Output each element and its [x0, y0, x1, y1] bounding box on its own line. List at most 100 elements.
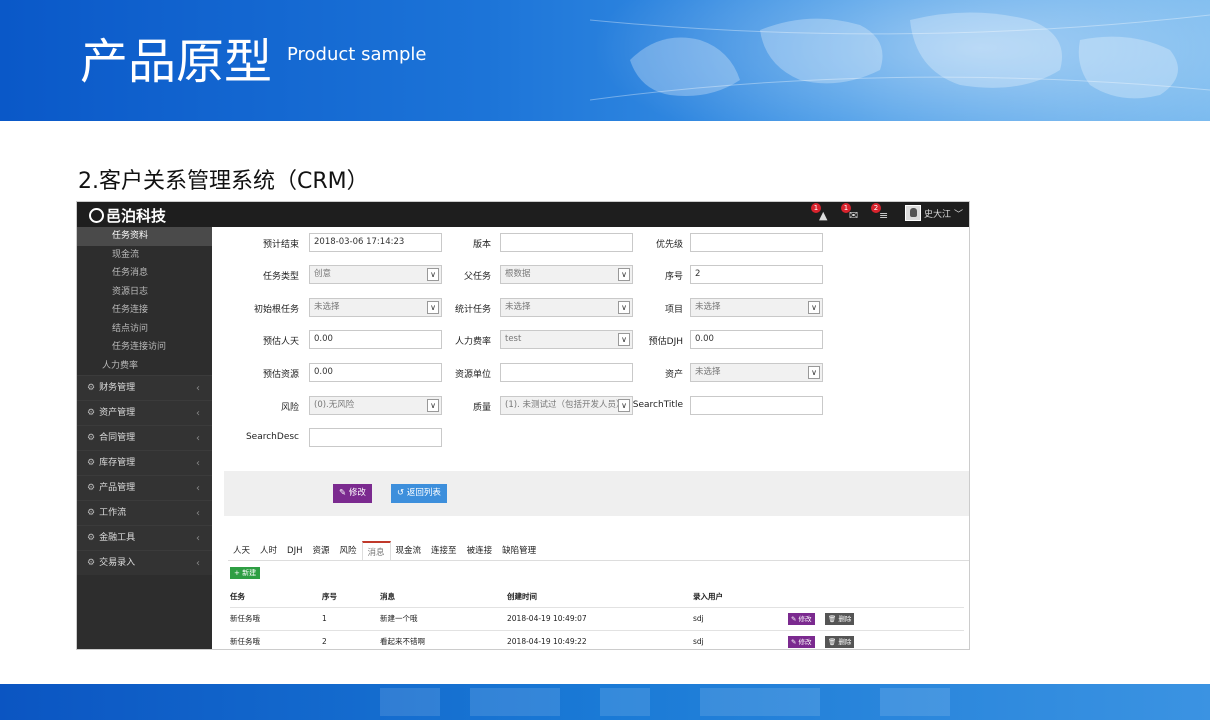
sidebar: 任务资料 现金流 任务消息 资源日志 任务连接 结点访问 任务连接访问 人力费率 ⚙ 财务管理 ‹ ⚙…: [77, 227, 212, 649]
sidebar-subitem[interactable]: 任务连接: [77, 301, 212, 320]
sidebar-menu-label: 产品管理: [99, 483, 136, 493]
app-topbar: 邑泊科技 ▲ 1 ✉ 1 ≡ 2 史大江 ﹀: [77, 202, 969, 227]
row-edit-button[interactable]: ✎ 修改: [788, 613, 815, 625]
sidebar-subitem[interactable]: 任务消息: [77, 264, 212, 283]
form-select[interactable]: 未选择 ∨: [690, 363, 823, 382]
table-cell: 新任务哦: [230, 614, 260, 623]
sidebar-menu-label: 交易录入: [99, 558, 136, 568]
form-action-bar: ✎ 修改 ↺ 返回列表: [224, 471, 969, 516]
tab-item[interactable]: 缺陷管理: [497, 541, 541, 561]
tasks-icon-glyph: ≡: [878, 209, 889, 222]
form-label: 资产: [664, 370, 683, 380]
column-header: 任务: [230, 592, 245, 601]
sidebar-menu-item[interactable]: ⚙ 工作流 ‹: [77, 500, 212, 525]
form-label: 人力费率: [454, 337, 491, 347]
alert-icon[interactable]: ▲ 1: [810, 203, 831, 222]
row-delete-button[interactable]: 🗑 删除: [825, 636, 855, 648]
column-header: 序号: [322, 592, 337, 601]
form-label: SearchTitle: [632, 400, 683, 410]
main-content: ✎ 修改 ↺ 返回列表 人天 人时 DJH 资源 风险 消息 现金流 连接至 被连接 缺陷管理 +…: [212, 227, 969, 649]
sidebar-subitem[interactable]: 任务资料: [77, 227, 212, 246]
form-input[interactable]: 0.00: [690, 330, 823, 349]
slide-footer: [0, 684, 1210, 720]
tab-item[interactable]: 消息: [361, 541, 391, 561]
form-label: 父任务: [463, 272, 491, 282]
cogs-icon: ⚙: [87, 508, 96, 518]
cogs-icon: ⚙: [87, 533, 96, 543]
sidebar-subitem[interactable]: 资源日志: [77, 283, 212, 302]
sidebar-menu-label: 库存管理: [99, 458, 136, 468]
column-header: 消息: [380, 592, 395, 601]
table-cell: 新建一个哦: [380, 614, 418, 623]
chevron-left-icon: ‹: [196, 483, 200, 494]
tab-item[interactable]: 人时: [255, 541, 282, 561]
table-cell: 2018-04-19 10:49:22: [507, 637, 587, 646]
row-edit-button[interactable]: ✎ 修改: [788, 636, 815, 648]
sidebar-subitem[interactable]: 结点访问: [77, 320, 212, 339]
table-cell: 2: [322, 637, 327, 646]
slide-banner: 产品原型 Product sample: [0, 0, 1210, 121]
chevron-left-icon: ‹: [196, 458, 200, 469]
cogs-icon: ⚙: [87, 483, 96, 493]
dropdown-arrow-icon: ∨: [808, 301, 820, 314]
field-value: 未选择: [695, 302, 721, 312]
detail-tabs: 人天 人时 DJH 资源 风险 消息 现金流 连接至 被连接 缺陷管理: [228, 541, 541, 561]
form-label: 优先级: [655, 240, 683, 250]
app-logo[interactable]: 邑泊科技: [89, 205, 166, 226]
tab-item[interactable]: 资源: [307, 541, 334, 561]
sidebar-menu-item[interactable]: ⚙ 财务管理 ‹: [77, 375, 212, 400]
field-value: test: [505, 334, 522, 344]
sidebar-menu-item[interactable]: ⚙ 资产管理 ‹: [77, 400, 212, 425]
column-header: 录入用户: [693, 592, 723, 601]
tasks-icon[interactable]: ≡ 2: [870, 203, 891, 222]
row-delete-button[interactable]: 🗑 删除: [825, 613, 855, 625]
cogs-icon: ⚙: [87, 458, 96, 468]
sidebar-menu-label: 资产管理: [99, 408, 136, 418]
tab-item[interactable]: DJH: [282, 541, 307, 561]
tab-item[interactable]: 连接至: [426, 541, 462, 561]
form-input[interactable]: [690, 396, 823, 415]
sidebar-menu-item[interactable]: ⚙ 产品管理 ‹: [77, 475, 212, 500]
crm-screenshot: 邑泊科技 ▲ 1 ✉ 1 ≡ 2 史大江 ﹀ 任务资料 现金流 任务消息 资源日志 任务连接 结点访问任…: [76, 201, 970, 650]
message-table: 任务 序号 消息 创建时间 录入用户新任务哦 1 新建一个哦 2018-04-19 10:49…: [230, 586, 964, 649]
field-value: 0.00: [314, 367, 333, 377]
sidebar-menu-item[interactable]: ⚙ 库存管理 ‹: [77, 450, 212, 475]
form-input[interactable]: 2: [690, 265, 823, 284]
field-value: 0.00: [695, 334, 714, 344]
field-value: 0.00: [314, 334, 333, 344]
form-label: 资源单位: [454, 370, 491, 380]
sidebar-subitem[interactable]: 人力费率: [77, 357, 212, 376]
sidebar-menu-item[interactable]: ⚙ 合同管理 ‹: [77, 425, 212, 450]
tab-item[interactable]: 现金流: [391, 541, 427, 561]
form-select[interactable]: 未选择 ∨: [690, 298, 823, 317]
user-menu[interactable]: 史大江 ﹀: [904, 205, 963, 221]
form-label: 预估人天: [262, 337, 299, 347]
cogs-icon: ⚙: [87, 558, 96, 568]
form-input[interactable]: [309, 428, 442, 447]
form-label: 任务类型: [262, 272, 299, 282]
cogs-icon: ⚙: [87, 433, 96, 443]
field-value: 未选择: [505, 302, 531, 312]
form-label: 质量: [472, 403, 491, 413]
mail-icon[interactable]: ✉ 1: [840, 203, 861, 222]
form-label: 预计结束: [262, 240, 299, 250]
form-input[interactable]: [690, 233, 823, 252]
tab-item[interactable]: 被连接: [462, 541, 498, 561]
new-button[interactable]: + 新建: [230, 567, 261, 579]
tab-item[interactable]: 人天: [228, 541, 255, 561]
back-to-list-button[interactable]: ↺ 返回列表: [391, 484, 447, 503]
table-cell: 1: [322, 614, 327, 623]
sidebar-subitem[interactable]: 现金流: [77, 246, 212, 265]
field-value: 创意: [314, 269, 332, 279]
field-value: 2: [695, 269, 701, 279]
form-label: 预估资源: [262, 370, 299, 380]
field-value: 未选择: [314, 302, 340, 312]
edit-button[interactable]: ✎ 修改: [333, 484, 372, 503]
column-header: 创建时间: [507, 592, 537, 601]
form-label: 序号: [664, 272, 683, 282]
sidebar-menu-item[interactable]: ⚙ 金融工具 ‹: [77, 525, 212, 550]
sidebar-subitem[interactable]: 任务连接访问: [77, 338, 212, 357]
avatar: [904, 205, 921, 221]
tab-item[interactable]: 风险: [335, 541, 362, 561]
sidebar-menu-item[interactable]: ⚙ 交易录入 ‹: [77, 550, 212, 575]
